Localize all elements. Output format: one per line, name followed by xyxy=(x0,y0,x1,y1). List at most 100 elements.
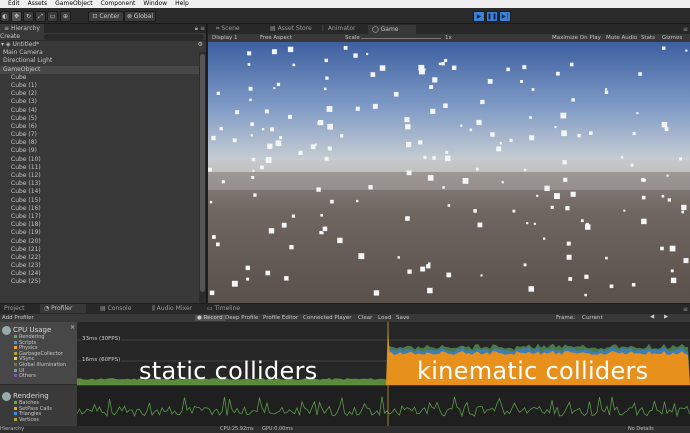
rendering-area[interactable]: Rendering Batches SetPass Calls Triangles V… xyxy=(0,386,77,426)
scene-menu-icon[interactable]: ⚙ xyxy=(198,41,203,49)
tab-animator[interactable]: ⋮ Animator xyxy=(316,24,360,33)
tab-profiler[interactable]: ◔ Profiler xyxy=(40,304,86,313)
hierarchy-scrollbar[interactable] xyxy=(199,52,206,303)
menu-edit[interactable]: Edit xyxy=(4,0,24,8)
close-area-icon[interactable]: × xyxy=(70,324,75,331)
stats-toggle[interactable]: Stats xyxy=(641,35,655,41)
hierarchy-item-gameobject[interactable]: GameObject xyxy=(0,65,206,74)
gizmos-dropdown[interactable]: Gizmos xyxy=(662,35,682,41)
hierarchy-item-cube[interactable]: Cube (7) xyxy=(0,131,206,139)
legend-swatch xyxy=(14,368,17,372)
deep-profile-toggle[interactable]: Deep Profile xyxy=(225,315,258,321)
transform-tool-icon[interactable]: ⊕ xyxy=(60,11,71,22)
hierarchy-item-cube[interactable]: Cube (17) xyxy=(0,213,206,221)
step-button[interactable]: ▶| xyxy=(499,11,511,22)
pause-button[interactable]: ❚❚ xyxy=(486,11,498,22)
record-toggle[interactable]: ● Record xyxy=(195,315,225,321)
cube-particle xyxy=(661,194,665,198)
cpu-area[interactable]: CPU Usage Rendering Scripts Physics Garbage… xyxy=(0,322,77,385)
tab-game[interactable]: ◯ Game xyxy=(368,25,416,34)
menu-window[interactable]: Window xyxy=(139,0,171,8)
add-profiler-dropdown[interactable]: Add Profiler xyxy=(2,315,34,321)
hierarchy-item-cube[interactable]: Cube (12) xyxy=(0,172,206,180)
hierarchy-item-directional-light[interactable]: Directional Light xyxy=(0,57,206,65)
cube-particle xyxy=(544,185,550,191)
save-button[interactable]: Save xyxy=(396,315,410,321)
move-tool-icon[interactable]: ✥ xyxy=(11,11,22,22)
profile-editor-toggle[interactable]: Profile Editor xyxy=(263,315,298,321)
game-view[interactable] xyxy=(208,42,690,303)
cube-particle xyxy=(212,235,216,239)
tab-audio-mixer[interactable]: ⫼ Audio Mixer xyxy=(148,304,197,313)
space-toggle-button[interactable]: ⊗ Global xyxy=(124,11,156,22)
play-button[interactable]: ▶ xyxy=(473,11,485,22)
cube-particle xyxy=(462,178,469,184)
load-button[interactable]: Load xyxy=(378,315,391,321)
hierarchy-item-cube[interactable]: Cube (19) xyxy=(0,229,206,237)
hierarchy-item-cube[interactable]: Cube (18) xyxy=(0,221,206,229)
next-frame-icon[interactable]: ▶ xyxy=(664,314,668,320)
hierarchy-item-cube[interactable]: Cube (1) xyxy=(0,82,206,90)
hierarchy-item-cube[interactable]: Cube (15) xyxy=(0,197,206,205)
hierarchy-item-cube[interactable]: Cube (21) xyxy=(0,246,206,254)
scale-tool-icon[interactable]: ⤢ xyxy=(35,11,46,22)
hierarchy-item-cube[interactable]: Cube (22) xyxy=(0,254,206,262)
legend-item[interactable]: Others xyxy=(14,373,66,380)
hierarchy-item-cube[interactable]: Cube (9) xyxy=(0,147,206,155)
hierarchy-item-cube[interactable]: Cube (8) xyxy=(0,139,206,147)
panel-menu-icon[interactable]: ≡ xyxy=(200,25,205,32)
aspect-dropdown[interactable]: Free Aspect xyxy=(260,35,292,41)
hierarchy-item-cube[interactable]: Cube (25) xyxy=(0,278,206,286)
hand-tool-icon[interactable]: ◐ xyxy=(0,11,10,22)
rotate-tool-icon[interactable]: ↻ xyxy=(23,11,34,22)
scrollbar-thumb[interactable] xyxy=(200,54,205,292)
tab-hierarchy[interactable]: ≡ Hierarchy xyxy=(0,24,44,33)
display-dropdown[interactable]: Display 1 xyxy=(212,35,238,41)
tab-console[interactable]: ▤ Console xyxy=(96,304,136,313)
search-input[interactable] xyxy=(44,34,204,40)
menu-component[interactable]: Component xyxy=(97,0,140,8)
profiler-graph[interactable]: 33ms (30FPS) 16ms (60FPS) static collide… xyxy=(77,322,690,426)
cube-particle xyxy=(662,46,666,50)
hierarchy-item-cube[interactable]: Cube (20) xyxy=(0,238,206,246)
pivot-toggle-button[interactable]: ⊡ Center xyxy=(88,11,124,22)
clear-button[interactable]: Clear xyxy=(358,315,372,321)
cube-particle xyxy=(288,114,292,119)
create-dropdown[interactable]: Create xyxy=(0,33,20,41)
tab-asset-store[interactable]: ▤ Asset Store xyxy=(266,24,316,33)
hierarchy-item-cube[interactable]: Cube (13) xyxy=(0,180,206,188)
scene-row[interactable]: ▾ ◈ Untitled* ⚙ xyxy=(0,41,206,49)
tab-timeline[interactable]: ▭ Timeline xyxy=(203,304,245,313)
hierarchy-item-cube[interactable]: Cube (10) xyxy=(0,156,206,164)
menu-help[interactable]: Help xyxy=(171,0,193,8)
mute-audio-toggle[interactable]: Mute Audio xyxy=(606,35,637,41)
cube-particle xyxy=(356,199,359,203)
bottom-panel-menu-icon[interactable]: ≡ xyxy=(683,306,688,313)
hierarchy-item-cube[interactable]: Cube (2) xyxy=(0,90,206,98)
legend-item[interactable]: Vertices xyxy=(14,417,52,424)
menu-assets[interactable]: Assets xyxy=(24,0,52,8)
hierarchy-item-main-camera[interactable]: Main Camera xyxy=(0,49,206,57)
lock-icon[interactable]: 🔒︎ xyxy=(195,25,198,33)
rect-tool-icon[interactable]: ▭ xyxy=(47,11,58,22)
hierarchy-item-cube[interactable]: Cube (11) xyxy=(0,164,206,172)
hierarchy-item-cube[interactable]: Cube (14) xyxy=(0,188,206,196)
hierarchy-item-cube[interactable]: Cube (6) xyxy=(0,123,206,131)
menu-gameobject[interactable]: GameObject xyxy=(51,0,96,8)
hierarchy-item-cube[interactable]: Cube (5) xyxy=(0,115,206,123)
view-menu-icon[interactable]: ≡ xyxy=(683,26,688,33)
tab-scene[interactable]: ⌗ Scene xyxy=(212,24,244,33)
hierarchy-item-cube[interactable]: Cube xyxy=(0,74,206,82)
connected-player-dropdown[interactable]: Connected Player xyxy=(303,315,351,321)
hierarchy-item-cube[interactable]: Cube (23) xyxy=(0,262,206,270)
hierarchy-item-cube[interactable]: Cube (3) xyxy=(0,98,206,106)
maximize-on-play-toggle[interactable]: Maximize On Play xyxy=(552,35,601,41)
scale-slider[interactable] xyxy=(361,37,441,39)
hierarchy-item-cube[interactable]: Cube (16) xyxy=(0,205,206,213)
tab-project[interactable]: Project xyxy=(0,304,29,313)
hierarchy-item-cube[interactable]: Cube (4) xyxy=(0,107,206,115)
prev-frame-icon[interactable]: ◀ xyxy=(650,314,654,320)
cube-particle xyxy=(460,124,463,127)
cube-particle xyxy=(358,253,365,260)
hierarchy-item-cube[interactable]: Cube (24) xyxy=(0,270,206,278)
